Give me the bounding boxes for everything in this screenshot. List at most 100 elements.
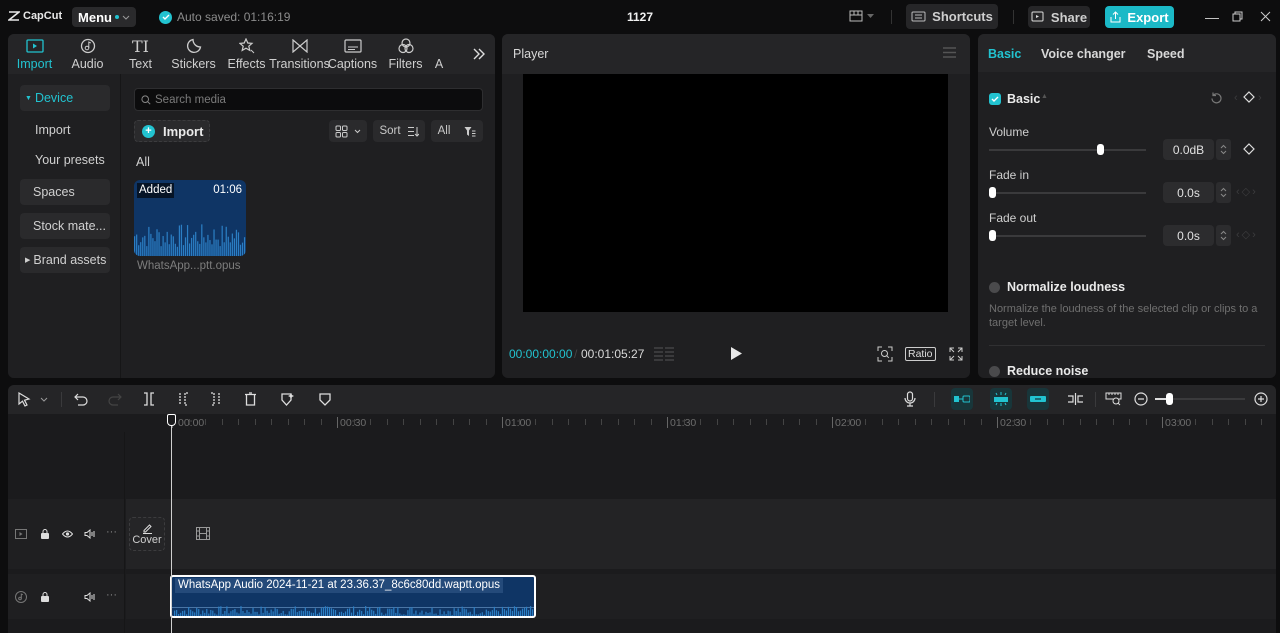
sidebar-item-import[interactable]: Import: [20, 117, 110, 143]
lock-icon: [41, 592, 49, 602]
fade-in-slider-thumb[interactable]: [989, 187, 996, 198]
fullscreen-button[interactable]: [949, 347, 963, 361]
basic-checkbox[interactable]: [989, 93, 1001, 105]
ruler-tick: [304, 419, 305, 425]
volume-stepper[interactable]: [1216, 139, 1231, 160]
fade-out-slider-thumb[interactable]: [989, 230, 996, 241]
mute-track-button[interactable]: [84, 529, 95, 539]
undo-button[interactable]: [74, 392, 88, 406]
tab-filters[interactable]: Filters: [379, 34, 432, 74]
lock-track-button[interactable]: [40, 591, 50, 602]
waveform-bar: [298, 611, 300, 616]
import-button[interactable]: + Import: [134, 120, 210, 142]
share-button[interactable]: Share: [1028, 6, 1090, 28]
main-track-area[interactable]: [126, 499, 1276, 569]
delete-button[interactable]: [244, 392, 257, 406]
auto-snapping-button[interactable]: [990, 388, 1012, 410]
media-thumbnail[interactable]: Added 01:06: [134, 180, 246, 256]
player-menu-button[interactable]: [943, 47, 956, 58]
waveform-bar: [205, 242, 207, 256]
tab-transitions[interactable]: Transitions: [269, 34, 330, 74]
tab-adjustment[interactable]: A: [432, 34, 446, 74]
layout-button[interactable]: [849, 10, 874, 22]
waveform-bar: [413, 613, 415, 616]
fade-out-value-input[interactable]: 0.0s: [1163, 225, 1214, 246]
keyframe-diamond-icon[interactable]: [1243, 91, 1255, 103]
menu-button[interactable]: Menu: [72, 7, 136, 27]
select-tool-dropdown[interactable]: [40, 397, 48, 402]
maximize-button[interactable]: [1232, 11, 1243, 22]
view-mode-button[interactable]: [329, 120, 367, 142]
volume-slider-thumb[interactable]: [1097, 144, 1104, 155]
hide-track-button[interactable]: [62, 530, 73, 538]
prev-keyframe-icon[interactable]: ‹: [1234, 92, 1238, 104]
tab-voice-changer[interactable]: Voice changer: [1041, 47, 1126, 61]
search-input[interactable]: Search media: [134, 88, 483, 111]
main-track-header: ···: [8, 499, 124, 569]
fade-in-value-input[interactable]: 0.0s: [1163, 182, 1214, 203]
close-button[interactable]: [1260, 11, 1271, 22]
reduce-noise-checkbox[interactable]: [989, 366, 1000, 377]
preview-axis-button[interactable]: [1067, 393, 1084, 405]
zoom-in-button[interactable]: [1254, 392, 1268, 406]
zoom-to-fit-button[interactable]: [1105, 392, 1122, 406]
sidebar-item-device[interactable]: ▼ Device: [20, 85, 110, 111]
audio-clip[interactable]: WhatsApp Audio 2024-11-21 at 23.36.37_8c…: [170, 575, 536, 618]
sidebar-item-stock-materials[interactable]: Stock mate...: [20, 213, 110, 239]
waveform-bar: [266, 610, 268, 616]
sort-button[interactable]: Sort: [373, 120, 425, 142]
mute-track-button[interactable]: [84, 592, 95, 602]
fade-out-stepper[interactable]: [1216, 225, 1231, 246]
ai-marker-button[interactable]: [281, 392, 295, 406]
timeline-ruler[interactable]: 00:00 00:30 01:00 01:30 02:00 02:30 03:0…: [8, 414, 1276, 432]
collapse-caret-icon[interactable]: ▲: [1041, 93, 1048, 100]
shortcuts-button[interactable]: Shortcuts: [906, 4, 998, 29]
reset-button[interactable]: [1210, 92, 1223, 105]
ratio-button[interactable]: Ratio: [905, 347, 936, 361]
more-options-icon[interactable]: ···: [106, 526, 117, 538]
ruler-tick: [683, 419, 685, 425]
redo-button[interactable]: [108, 392, 122, 406]
sidebar-item-spaces[interactable]: Spaces: [20, 179, 110, 205]
export-button[interactable]: Export: [1105, 6, 1174, 28]
sidebar-item-brand-assets[interactable]: ▶ Brand assets: [20, 247, 110, 273]
zoom-out-button[interactable]: [1134, 392, 1148, 406]
main-track-magnet-button[interactable]: [951, 388, 973, 410]
linkage-button[interactable]: [1027, 388, 1049, 410]
lock-track-button[interactable]: [40, 528, 50, 539]
tab-effects[interactable]: Effects: [220, 34, 273, 74]
zoom-slider-thumb[interactable]: [1165, 393, 1173, 405]
more-options-icon[interactable]: ···: [106, 589, 117, 601]
fade-out-slider[interactable]: [989, 235, 1146, 237]
tab-import[interactable]: Import: [8, 34, 61, 74]
delete-right-button[interactable]: [210, 392, 222, 406]
select-tool-button[interactable]: [17, 392, 31, 407]
waveform-bar: [338, 612, 341, 616]
fade-in-stepper[interactable]: [1216, 182, 1231, 203]
tab-text[interactable]: TI Text: [114, 34, 167, 74]
volume-value-input[interactable]: 0.0dB: [1163, 139, 1214, 160]
tab-basic[interactable]: Basic: [988, 47, 1021, 61]
split-button[interactable]: [143, 392, 155, 406]
volume-keyframe-icon[interactable]: [1243, 143, 1255, 155]
marker-button[interactable]: [319, 392, 331, 406]
record-audio-button[interactable]: [904, 391, 916, 407]
sidebar-item-your-presets[interactable]: Your presets: [20, 147, 110, 173]
normalize-loudness-checkbox[interactable]: [989, 282, 1000, 293]
more-tabs-button[interactable]: [473, 48, 485, 60]
zoom-fit-button[interactable]: [877, 346, 893, 362]
filter-button[interactable]: All: [431, 120, 483, 142]
delete-left-button[interactable]: [177, 392, 189, 406]
minimize-button[interactable]: —: [1205, 9, 1219, 25]
playhead-handle[interactable]: [167, 414, 176, 426]
tab-speed[interactable]: Speed: [1147, 47, 1185, 61]
video-preview[interactable]: [523, 74, 948, 312]
fade-in-slider[interactable]: [989, 192, 1146, 194]
volume-slider[interactable]: [989, 149, 1146, 151]
tab-captions[interactable]: Captions: [326, 34, 379, 74]
cover-button[interactable]: Cover: [129, 517, 165, 551]
next-keyframe-icon[interactable]: ›: [1258, 92, 1262, 104]
tab-stickers[interactable]: Stickers: [167, 34, 220, 74]
tab-audio[interactable]: Audio: [61, 34, 114, 74]
play-button[interactable]: [731, 347, 742, 360]
